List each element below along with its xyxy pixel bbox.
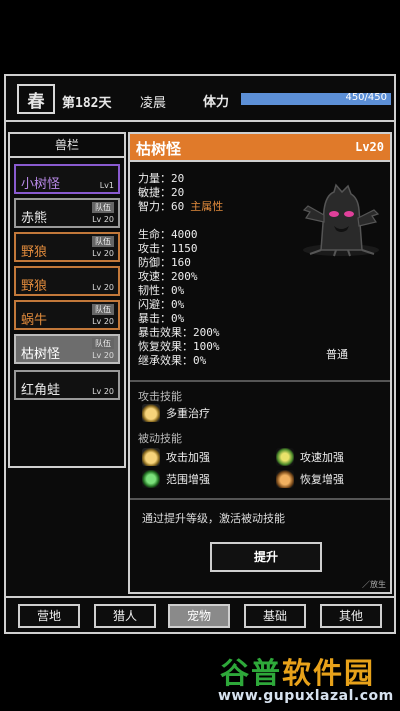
watermark-logo: 谷普软件园 bbox=[220, 656, 376, 690]
day-counter: 第182天 bbox=[62, 96, 112, 111]
pet-detail-panel: 枯树怪 Lv20 力量：20 敏捷：20 智力：60 主属性 生命：4000 攻击：… bbox=[128, 132, 392, 594]
nav-tab[interactable]: 其他 bbox=[320, 604, 382, 628]
pet-item-level: Lv 20 bbox=[92, 283, 114, 292]
pet-item-level: Lv 20 bbox=[92, 249, 114, 258]
pet-list-item[interactable]: 野狼 Lv 20 bbox=[14, 266, 120, 296]
pet-level: Lv20 bbox=[355, 140, 384, 154]
passive-skill[interactable]: 攻速加强 bbox=[276, 448, 344, 466]
tree-monster-portrait bbox=[302, 183, 380, 257]
pet-name: 枯树怪 bbox=[136, 140, 182, 158]
pet-list-title: 兽栏 bbox=[10, 134, 124, 158]
attack-boost-icon bbox=[142, 448, 160, 466]
range-boost-icon bbox=[142, 470, 160, 488]
nav-tab[interactable]: 营地 bbox=[18, 604, 80, 628]
passive-skill[interactable]: 恢复增强 bbox=[276, 470, 344, 488]
pet-list-item[interactable]: 蜗牛 队伍 Lv 20 bbox=[14, 300, 120, 330]
pet-item-level: Lv 20 bbox=[92, 215, 114, 224]
pet-list-item[interactable]: 小树怪 Lv1 bbox=[14, 164, 120, 194]
watermark-url: www.gupuxlazal.com bbox=[218, 688, 394, 704]
pet-item-name: 野狼 bbox=[21, 245, 48, 260]
bottom-nav: 营地 猎人 宠物 基础 其他 bbox=[6, 596, 394, 632]
pet-item-name: 野狼 bbox=[21, 279, 48, 294]
pet-item-name: 枯树怪 bbox=[21, 347, 61, 362]
pet-list-item[interactable]: 红角蛙 Lv 20 bbox=[14, 370, 120, 400]
recovery-boost-icon bbox=[276, 470, 294, 488]
upgrade-button[interactable]: 提升 bbox=[210, 542, 322, 572]
watermark: 谷普软件园 www.gupuxlazal.com bbox=[218, 650, 398, 708]
game-frame: 春 第182天 凌晨 体力 450/450 兽栏 小树怪 Lv1 赤熊 队伍 Lv 20… bbox=[4, 74, 396, 634]
pet-list-item[interactable]: 野狼 队伍 Lv 20 bbox=[14, 232, 120, 262]
pet-item-level: Lv 20 bbox=[92, 317, 114, 326]
time-of-day: 凌晨 bbox=[140, 96, 167, 111]
attack-type: 普通 bbox=[326, 348, 348, 361]
stamina-bar: 450/450 bbox=[241, 92, 391, 105]
pet-detail-header: 枯树怪 Lv20 bbox=[130, 134, 390, 162]
attack-skill[interactable]: 多重治疗 bbox=[142, 404, 210, 422]
pet-list-item[interactable]: 枯树怪 队伍 Lv 20 bbox=[14, 334, 120, 364]
attack-skill-name: 多重治疗 bbox=[166, 407, 210, 420]
pet-item-name: 赤熊 bbox=[21, 211, 48, 226]
attack-speed-icon bbox=[276, 448, 294, 466]
stamina-label: 体力 bbox=[203, 95, 230, 110]
passive-skill-title: 被动技能 bbox=[138, 432, 182, 445]
team-badge: 队伍 bbox=[92, 202, 114, 213]
attack-skill-title: 攻击技能 bbox=[138, 390, 182, 403]
team-badge: 队伍 bbox=[92, 304, 114, 315]
nav-tab[interactable]: 宠物 bbox=[168, 604, 230, 628]
main-attribute-tag: 主属性 bbox=[190, 200, 224, 213]
divider bbox=[130, 498, 390, 500]
pet-item-level: Lv 20 bbox=[92, 351, 114, 360]
pet-item-name: 蜗牛 bbox=[21, 313, 48, 328]
pet-list-panel: 兽栏 小树怪 Lv1 赤熊 队伍 Lv 20 野狼 队伍 Lv 20 野狼 Lv 20 蜗牛 队伍 Lv… bbox=[8, 132, 126, 468]
stat-line: 继承效果：0% bbox=[138, 354, 207, 367]
season-indicator: 春 bbox=[17, 84, 55, 114]
heal-skill-icon bbox=[142, 404, 160, 422]
passive-skill[interactable]: 攻击加强 bbox=[142, 448, 210, 466]
passive-skill[interactable]: 范围增强 bbox=[142, 470, 210, 488]
stamina-value: 450/450 bbox=[345, 92, 387, 103]
status-header: 春 第182天 凌晨 体力 450/450 bbox=[6, 76, 394, 122]
divider bbox=[130, 380, 390, 382]
pet-item-level: Lv1 bbox=[99, 181, 114, 190]
pet-list-item[interactable]: 赤熊 队伍 Lv 20 bbox=[14, 198, 120, 228]
nav-tab[interactable]: 猎人 bbox=[94, 604, 156, 628]
team-badge: 队伍 bbox=[92, 338, 114, 349]
release-link[interactable]: ／放生 bbox=[362, 579, 386, 590]
upgrade-hint: 通过提升等级，激活被动技能 bbox=[142, 512, 285, 525]
pet-item-name: 小树怪 bbox=[21, 177, 61, 192]
pet-item-name: 红角蛙 bbox=[21, 383, 61, 398]
attribute-intelligence: 智力：60 主属性 bbox=[138, 200, 224, 213]
nav-tab[interactable]: 基础 bbox=[244, 604, 306, 628]
pet-item-level: Lv 20 bbox=[92, 387, 114, 396]
team-badge: 队伍 bbox=[92, 236, 114, 247]
